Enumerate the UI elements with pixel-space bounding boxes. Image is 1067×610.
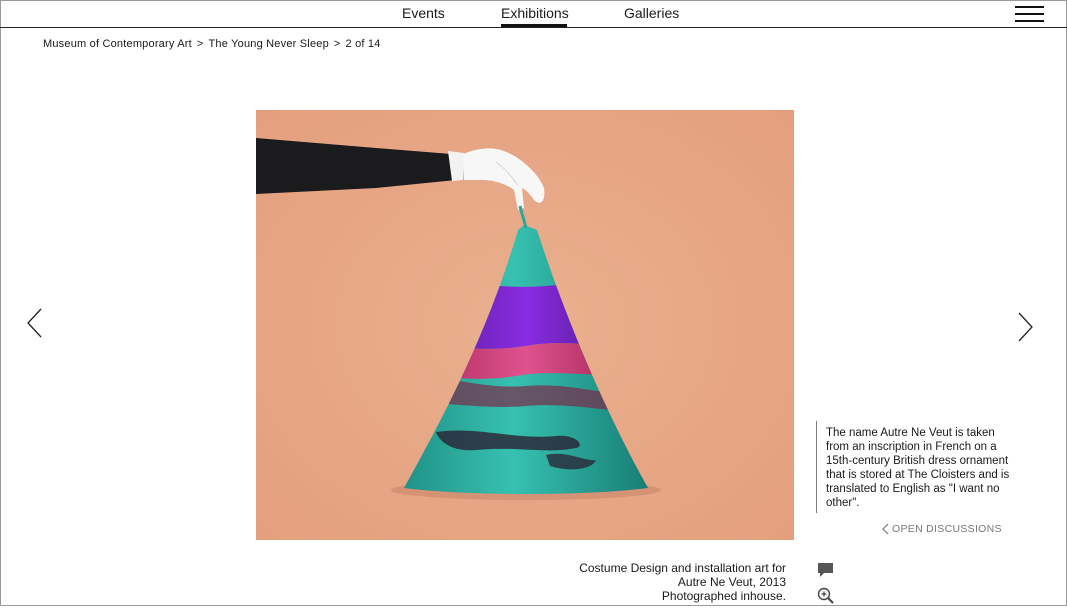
open-discussions-label: OPEN DISCUSSIONS — [892, 523, 1002, 535]
nav-galleries[interactable]: Galleries — [624, 5, 679, 21]
comment-icon[interactable] — [817, 562, 834, 578]
chevron-right-icon[interactable] — [1016, 311, 1034, 343]
caption-line-2: Autre Ne Veut, 2013 — [677, 575, 786, 589]
breadcrumb-separator: > — [196, 38, 204, 50]
chevron-left-icon[interactable] — [26, 307, 44, 339]
artwork-caption: Costume Design and installation art for … — [540, 561, 786, 603]
chevron-left-small-icon — [882, 523, 889, 535]
artwork-illustration — [256, 110, 794, 540]
hamburger-menu-icon[interactable] — [1015, 5, 1044, 23]
open-discussions-link[interactable]: OPEN DISCUSSIONS — [882, 523, 1002, 535]
caption-line-3: Photographed inhouse. — [661, 589, 786, 603]
artwork-image[interactable] — [256, 110, 794, 540]
top-navigation: Events Exhibitions Galleries — [0, 0, 1067, 28]
caption-line-1: Costume Design and installation art for — [579, 561, 786, 575]
artwork-description: The name Autre Ne Veut is taken from an … — [816, 421, 1016, 513]
breadcrumb-exhibition[interactable]: The Young Never Sleep — [209, 38, 329, 50]
breadcrumb-position: 2 of 14 — [345, 38, 381, 50]
nav-active-indicator — [501, 24, 567, 27]
nav-exhibitions[interactable]: Exhibitions — [501, 5, 569, 21]
breadcrumb-separator: > — [333, 38, 341, 50]
breadcrumb: Museum of Contemporary Art > The Young Nev… — [43, 38, 381, 50]
zoom-in-icon[interactable] — [817, 587, 835, 605]
breadcrumb-museum[interactable]: Museum of Contemporary Art — [43, 38, 192, 50]
nav-events[interactable]: Events — [402, 5, 445, 21]
